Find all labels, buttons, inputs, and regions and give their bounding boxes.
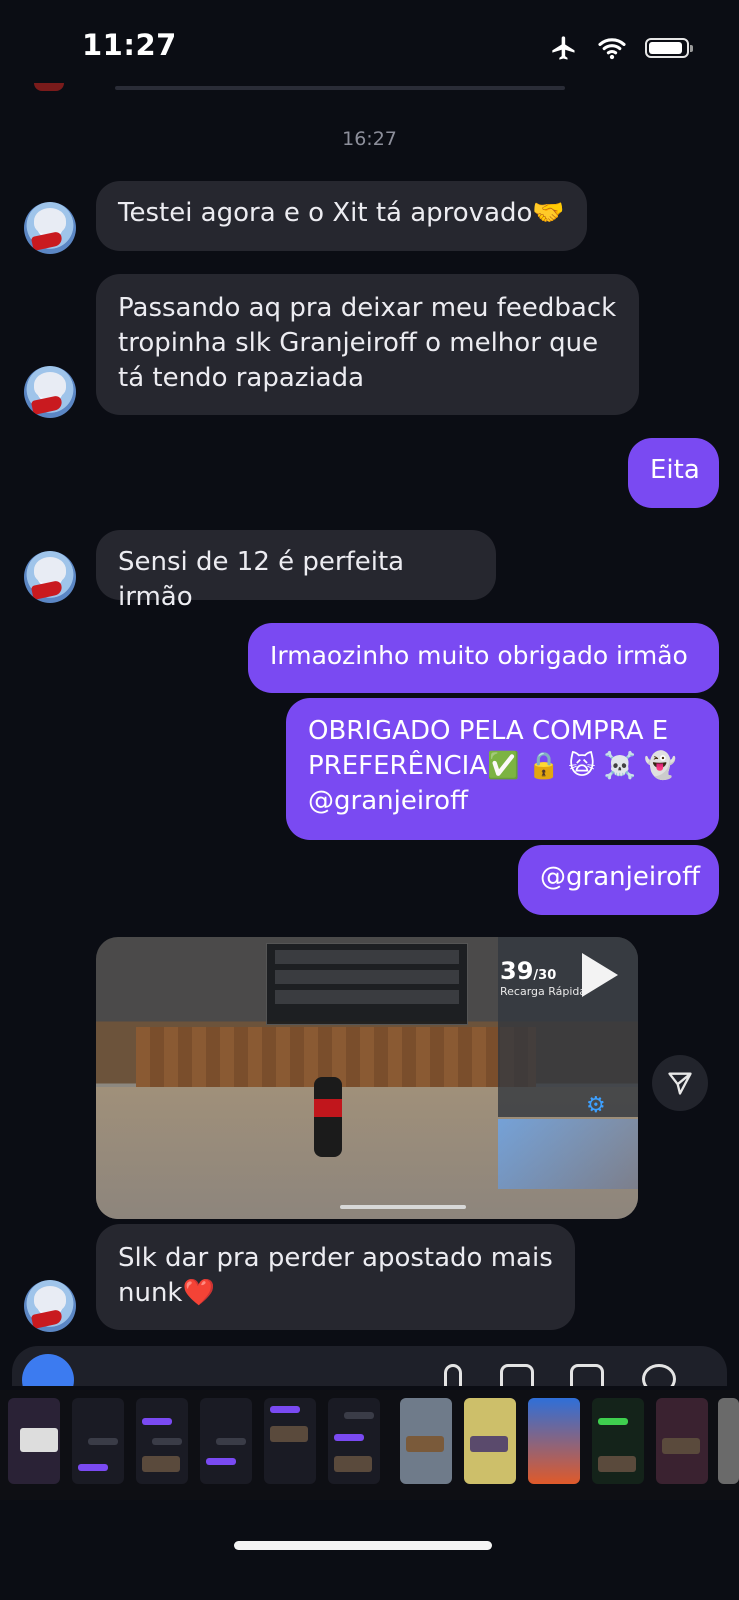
share-button[interactable] <box>652 1055 708 1111</box>
add-icon[interactable] <box>642 1364 676 1386</box>
video-player-character <box>314 1077 342 1157</box>
message-bubble-outgoing[interactable]: @granjeiroff <box>518 845 719 915</box>
gear-icon: ⚙ <box>586 1093 606 1118</box>
thumbnail[interactable] <box>464 1398 516 1484</box>
ammo-max: /30 <box>533 968 557 983</box>
message-bubble-outgoing[interactable]: Irmaozinho muito obrigado irmão <box>248 623 719 693</box>
wifi-icon <box>598 38 626 60</box>
message-bubble-incoming[interactable]: Testei agora e o Xit tá aprovado🤝 <box>96 181 587 251</box>
thumbnail[interactable] <box>528 1398 580 1484</box>
message-bubble-incoming[interactable]: Slk dar pra perder apostado mais nunk❤️ <box>96 1224 575 1330</box>
thumbnail[interactable] <box>592 1398 644 1484</box>
message-text: Slk dar pra perder apostado mais nunk❤️ <box>118 1243 553 1308</box>
message-composer[interactable] <box>12 1346 727 1386</box>
screenshot-thumbnail-strip <box>0 1390 739 1500</box>
thumbnail[interactable] <box>400 1398 452 1484</box>
play-icon[interactable] <box>582 953 618 997</box>
chat-timestamp: 16:27 <box>342 128 397 150</box>
microphone-icon[interactable] <box>444 1364 462 1386</box>
video-scoreboard <box>266 943 468 1025</box>
thumbnail[interactable] <box>718 1398 739 1484</box>
avatar-peek <box>34 83 64 91</box>
message-text: Sensi de 12 é perfeita irmão <box>118 547 405 612</box>
message-bubble-outgoing[interactable]: Eita <box>628 438 719 508</box>
message-bubble-incoming[interactable]: Sensi de 12 é perfeita irmão <box>96 530 496 612</box>
thumbnail[interactable] <box>328 1398 380 1484</box>
message-text: Eita <box>650 455 700 485</box>
airplane-icon <box>552 36 575 60</box>
home-indicator[interactable] <box>234 1541 492 1550</box>
status-time: 11:27 <box>82 28 177 62</box>
thumbnail[interactable] <box>8 1398 60 1484</box>
thumbnail[interactable] <box>200 1398 252 1484</box>
reload-caption: Recarga Rápida <box>500 985 587 998</box>
message-text: Irmaozinho muito obrigado irmão <box>270 641 688 670</box>
sticker-icon[interactable] <box>570 1364 604 1386</box>
share-icon <box>668 1072 692 1095</box>
avatar[interactable] <box>24 366 76 418</box>
message-text: Testei agora e o Xit tá aprovado🤝 <box>118 198 565 228</box>
avatar[interactable] <box>24 202 76 254</box>
thumbnail[interactable] <box>656 1398 708 1484</box>
ammo-counter: 39/30 <box>500 957 556 985</box>
message-bubble-outgoing[interactable]: OBRIGADO PELA COMPRA E PREFERÊNCIA✅ 🔒 🙀 … <box>286 698 719 840</box>
gallery-icon[interactable] <box>500 1364 534 1386</box>
video-attachment[interactable]: 39/30 Recarga Rápida ⚙ <box>96 937 638 1219</box>
status-bar: 11:27 <box>0 0 739 92</box>
ammo-count: 39 <box>500 957 534 985</box>
thumbnail[interactable] <box>264 1398 316 1484</box>
thumbnail[interactable] <box>72 1398 124 1484</box>
video-progress <box>340 1205 466 1209</box>
thumbnail[interactable] <box>136 1398 188 1484</box>
previous-message-edge <box>115 86 565 90</box>
message-text: Passando aq pra deixar meu feedback trop… <box>118 293 617 393</box>
message-text: OBRIGADO PELA COMPRA E PREFERÊNCIA✅ 🔒 🙀 … <box>308 716 677 816</box>
camera-icon[interactable] <box>22 1354 74 1386</box>
video-neon-floor <box>498 1119 638 1189</box>
status-icons <box>549 34 693 62</box>
message-text: @granjeiroff <box>540 862 700 892</box>
avatar[interactable] <box>24 551 76 603</box>
avatar[interactable] <box>24 1280 76 1332</box>
message-bubble-incoming[interactable]: Passando aq pra deixar meu feedback trop… <box>96 274 639 415</box>
battery-icon <box>645 38 693 58</box>
